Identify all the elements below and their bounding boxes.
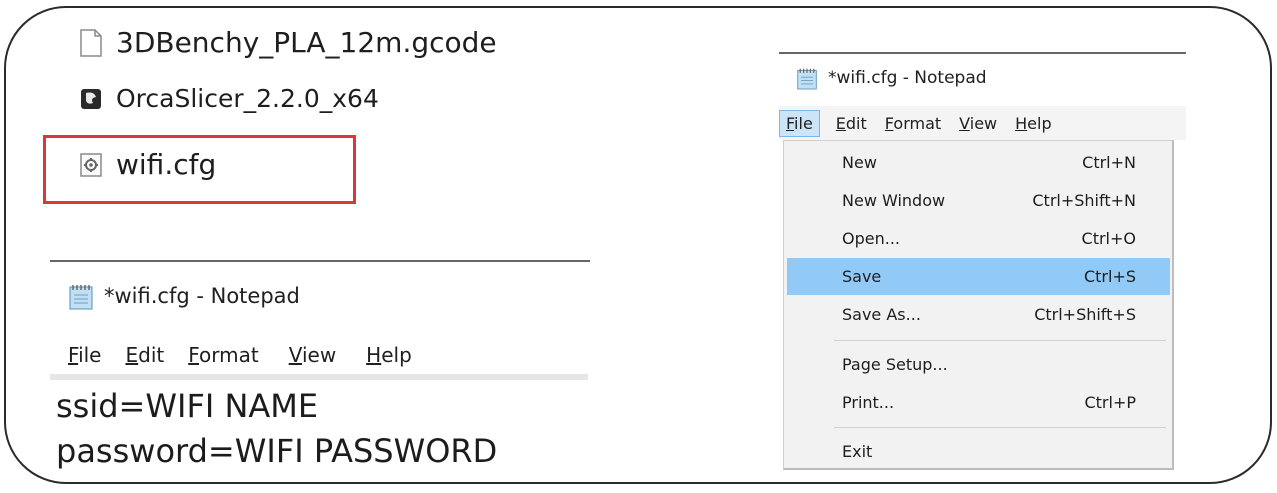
menu-item-print[interactable]: Print... Ctrl+P (784, 384, 1170, 421)
menu-edit[interactable]: Edit (125, 343, 164, 367)
file-item-orcaslicer[interactable]: OrcaSlicer_2.2.0_x64 (80, 84, 379, 113)
menu-edit[interactable]: Edit (836, 114, 867, 133)
menu-item-shortcut: Ctrl+Shift+N (1032, 191, 1136, 210)
notepad-menubar: File Edit Format View Help (68, 343, 412, 367)
notepad-icon (68, 282, 94, 310)
menu-separator (834, 340, 1166, 341)
menu-item-new[interactable]: New Ctrl+N (784, 144, 1170, 181)
notepad-title: *wifi.cfg - Notepad (104, 284, 300, 308)
menu-help[interactable]: Help (366, 343, 412, 367)
menu-item-label: New Window (842, 191, 946, 210)
highlight-box (43, 135, 356, 204)
menu-item-shortcut: Ctrl+Shift+S (1034, 305, 1136, 324)
menu-separator (834, 427, 1166, 428)
menu-item-shortcut: Ctrl+P (1084, 393, 1136, 412)
document-icon (80, 28, 102, 57)
menu-item-shortcut: Ctrl+N (1082, 153, 1136, 172)
menu-item-open[interactable]: Open... Ctrl+O (784, 220, 1170, 257)
menu-item-label: Save As... (842, 305, 921, 324)
menu-item-label: Page Setup... (842, 355, 948, 374)
menu-item-save-as[interactable]: Save As... Ctrl+Shift+S (784, 296, 1170, 333)
menu-item-page-setup[interactable]: Page Setup... (784, 346, 1170, 383)
text-line-ssid[interactable]: ssid=WIFI NAME (56, 387, 318, 425)
notepad-menubar: File Edit Format View Help (779, 108, 1070, 138)
menu-item-label: Save (842, 267, 882, 286)
menu-help[interactable]: Help (1015, 114, 1051, 133)
menu-item-new-window[interactable]: New Window Ctrl+Shift+N (784, 182, 1170, 219)
menu-item-shortcut: Ctrl+S (1083, 267, 1136, 286)
text-line-password[interactable]: password=WIFI PASSWORD (56, 432, 497, 470)
divider (50, 260, 590, 262)
menu-file[interactable]: File (779, 109, 820, 137)
menu-view[interactable]: View (289, 343, 336, 367)
menu-item-label: Open... (842, 229, 900, 248)
menu-item-save[interactable]: Save Ctrl+S (787, 258, 1170, 295)
file-dropdown-menu: New Ctrl+N New Window Ctrl+Shift+N Open.… (783, 140, 1174, 470)
menu-format[interactable]: Format (188, 343, 258, 367)
file-name: OrcaSlicer_2.2.0_x64 (116, 84, 379, 113)
menu-item-shortcut: Ctrl+O (1081, 229, 1136, 248)
file-item-gcode[interactable]: 3DBenchy_PLA_12m.gcode (80, 26, 497, 59)
menu-view[interactable]: View (959, 114, 997, 133)
menu-item-label: New (842, 153, 877, 172)
file-name: 3DBenchy_PLA_12m.gcode (116, 26, 497, 59)
menu-item-label: Exit (842, 442, 873, 461)
menu-format[interactable]: Format (885, 114, 941, 133)
menu-file[interactable]: File (68, 343, 101, 367)
menu-item-label: Print... (842, 393, 895, 412)
divider (779, 52, 1186, 54)
notepad-title-bar: *wifi.cfg - Notepad (68, 282, 300, 310)
menubar-divider (50, 374, 588, 380)
notepad-icon (796, 66, 818, 90)
menu-item-exit[interactable]: Exit (784, 433, 1170, 470)
notepad-title: *wifi.cfg - Notepad (828, 68, 987, 88)
orcaslicer-app-icon (80, 85, 102, 113)
notepad-title-bar: *wifi.cfg - Notepad (796, 66, 987, 90)
